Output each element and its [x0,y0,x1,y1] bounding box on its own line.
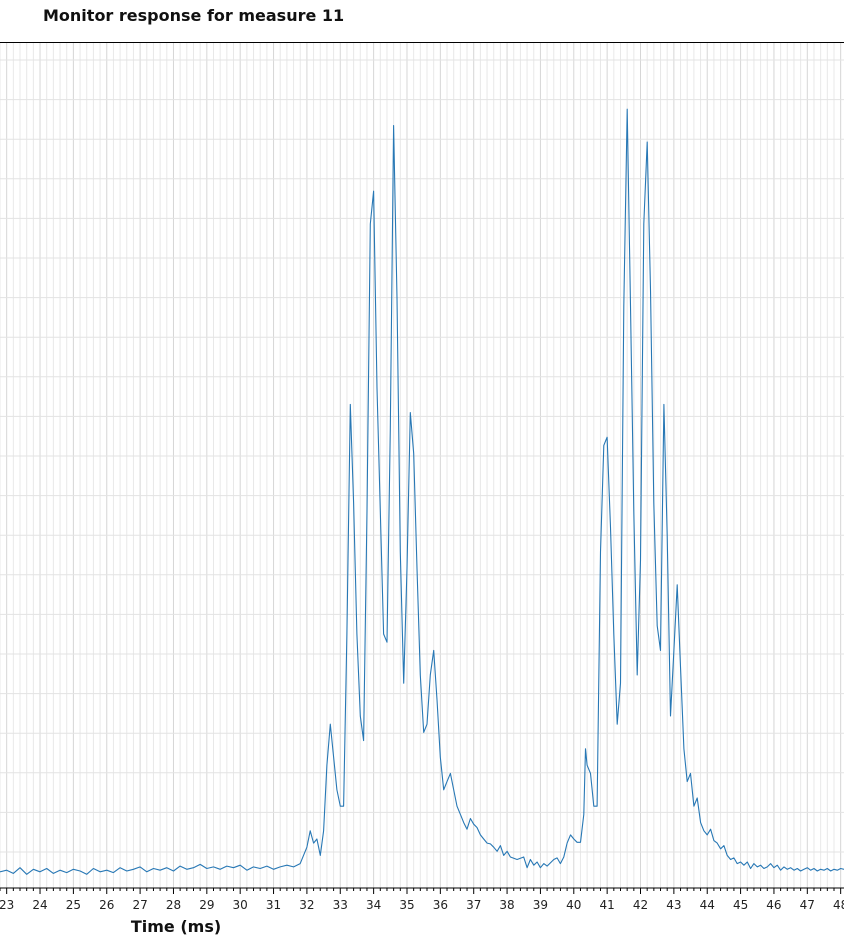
x-tick-label: 45 [733,898,748,912]
line-chart[interactable]: 23 24 25 26 27 28 29 30 31 32 33 34 35 36 37 38 39 40 41 42… [0,0,844,938]
x-tick-label: 23 [0,898,14,912]
x-tick-label: 29 [199,898,214,912]
x-tick-label: 46 [766,898,781,912]
x-tick-label: 36 [433,898,448,912]
x-tick-label: 38 [499,898,514,912]
x-tick-label: 39 [533,898,548,912]
x-tick-label: 35 [399,898,414,912]
x-tick-label: 33 [333,898,348,912]
x-tick-label: 43 [666,898,681,912]
x-tick-label: 28 [166,898,181,912]
x-axis-label: Time (ms) [131,917,221,936]
x-tick-label: 48 [833,898,844,912]
x-tick-label: 24 [32,898,47,912]
x-tick-label: 47 [800,898,815,912]
x-tick-label: 34 [366,898,381,912]
x-tick-label: 42 [633,898,648,912]
x-tick-label: 26 [99,898,114,912]
x-tick-label: 41 [600,898,615,912]
x-tick-label: 25 [66,898,81,912]
x-tick-label: 32 [299,898,314,912]
x-tick-label: 31 [266,898,281,912]
x-tick-label: 27 [132,898,147,912]
x-tick-label: 40 [566,898,581,912]
x-tick-label: 37 [466,898,481,912]
x-tick-label: 30 [233,898,248,912]
x-tick-label: 44 [700,898,715,912]
